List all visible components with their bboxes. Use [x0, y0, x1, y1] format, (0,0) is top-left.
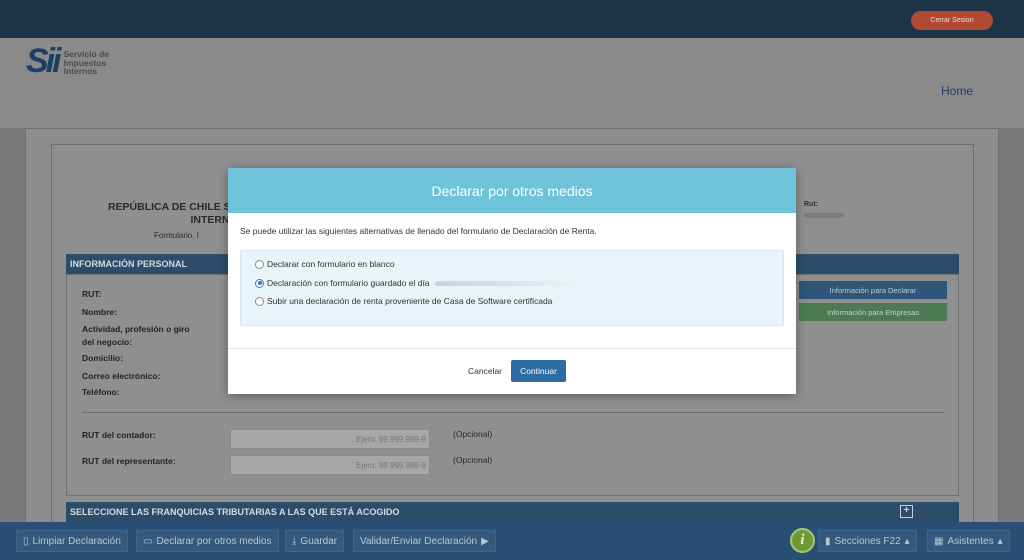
- sii-logo-text: Servicio de Impuestos Internos: [64, 50, 109, 76]
- radio-software-upload[interactable]: [255, 296, 264, 306]
- radio-saved-form[interactable]: [255, 278, 264, 288]
- options-box: Declarar con formulario en blanco Declar…: [240, 250, 784, 326]
- sii-logo[interactable]: Sii Servicio de Impuestos Internos: [26, 42, 109, 80]
- rut-representante-input[interactable]: [230, 455, 430, 475]
- asistentes-button[interactable]: ▦ Asistentes ▴: [927, 530, 1010, 552]
- guardar-label: Guardar: [300, 535, 338, 547]
- rut-contador-optional: (Opcional): [453, 429, 493, 439]
- secciones-f22-button[interactable]: ▮ Secciones F22 ▴: [818, 530, 917, 552]
- top-bar: Cerrar Sesion: [0, 0, 1024, 38]
- caret-up-icon: ▴: [997, 535, 1003, 547]
- form-subtitle: Formulario. I: [154, 231, 199, 240]
- home-link[interactable]: Home: [941, 84, 973, 98]
- guardar-button[interactable]: ⤓ Guardar: [285, 530, 345, 552]
- info-empresas-button[interactable]: Información para Empresas: [799, 303, 947, 321]
- continue-button[interactable]: Continuar: [511, 360, 566, 382]
- sii-logo-mark: Sii: [26, 42, 62, 80]
- declarar-otros-medios-button[interactable]: ▭ Declarar por otros medios: [136, 530, 279, 552]
- dialog-divider: [228, 348, 796, 349]
- folder-icon: ▭: [143, 535, 153, 547]
- saved-date-redacted: [434, 280, 575, 286]
- form-rut-value-redacted: [804, 213, 844, 218]
- label-correo: Correo electrónico:: [82, 371, 161, 381]
- option-blank-form[interactable]: Declarar con formulario en blanco: [255, 259, 395, 269]
- label-domicilio: Domicilio:: [82, 353, 124, 363]
- label-telefono: Teléfono:: [82, 387, 120, 397]
- option-software-upload-label: Subir una declaración de renta provenien…: [267, 296, 553, 306]
- logout-button[interactable]: Cerrar Sesion: [911, 11, 993, 30]
- caret-up-icon: ▴: [904, 535, 910, 547]
- bottom-toolbar: ▯ Limpiar Declaración ▭ Declarar por otr…: [0, 522, 1024, 560]
- label-actividad-1: Actividad, profesión o giro: [82, 324, 190, 334]
- limpiar-label: Limpiar Declaración: [32, 535, 121, 547]
- info-icon[interactable]: i: [790, 528, 815, 553]
- label-rut: RUT:: [82, 289, 102, 299]
- asistentes-label: Asistentes: [947, 535, 994, 547]
- declarar-otros-medios-dialog: Declarar por otros medios Se puede utili…: [228, 168, 796, 394]
- cancel-button[interactable]: Cancelar: [468, 366, 502, 376]
- play-icon: ▶: [481, 535, 489, 547]
- logo-line-3: Internos: [63, 66, 98, 76]
- section-franquicias-title: SELECCIONE LAS FRANQUICIAS TRIBUTARIAS A…: [70, 507, 400, 517]
- label-rut-contador: RUT del contador:: [82, 430, 156, 440]
- option-saved-form[interactable]: Declaración con formulario guardado el d…: [255, 278, 575, 288]
- dialog-intro-text: Se puede utilizar las siguientes alterna…: [240, 226, 597, 236]
- site-header: Sii Servicio de Impuestos Internos Home: [0, 38, 1024, 128]
- radio-blank-form[interactable]: [255, 259, 264, 269]
- form-divider: [82, 412, 945, 413]
- label-actividad-2: del negocio:: [82, 337, 133, 347]
- limpiar-declaracion-button[interactable]: ▯ Limpiar Declaración: [16, 530, 128, 552]
- document-icon: ▯: [23, 535, 29, 547]
- bookmark-icon: ▮: [825, 535, 831, 547]
- option-blank-form-label: Declarar con formulario en blanco: [267, 259, 395, 269]
- option-saved-form-label: Declaración con formulario guardado el d…: [267, 278, 430, 288]
- secciones-label: Secciones F22: [834, 535, 901, 547]
- option-software-upload[interactable]: Subir una declaración de renta provenien…: [255, 296, 552, 306]
- rut-contador-input[interactable]: [230, 429, 430, 449]
- label-nombre: Nombre:: [82, 307, 117, 317]
- validar-enviar-button[interactable]: Validar/Enviar Declaración ▶: [353, 530, 496, 552]
- section-franquicias: SELECCIONE LAS FRANQUICIAS TRIBUTARIAS A…: [66, 502, 959, 522]
- calculator-icon: ▦: [934, 535, 944, 547]
- download-icon: ⤓: [292, 535, 297, 547]
- label-rut-representante: RUT del representante:: [82, 456, 176, 466]
- dialog-title: Declarar por otros medios: [228, 168, 796, 213]
- declarar-otros-label: Declarar por otros medios: [156, 535, 272, 547]
- form-rut-label: Rut:: [804, 201, 818, 208]
- info-declarar-button[interactable]: Información para Declarar: [799, 281, 947, 299]
- validar-label: Validar/Enviar Declaración: [360, 535, 478, 547]
- expand-plus-icon[interactable]: +: [900, 505, 913, 518]
- rut-representante-optional: (Opcional): [453, 455, 493, 465]
